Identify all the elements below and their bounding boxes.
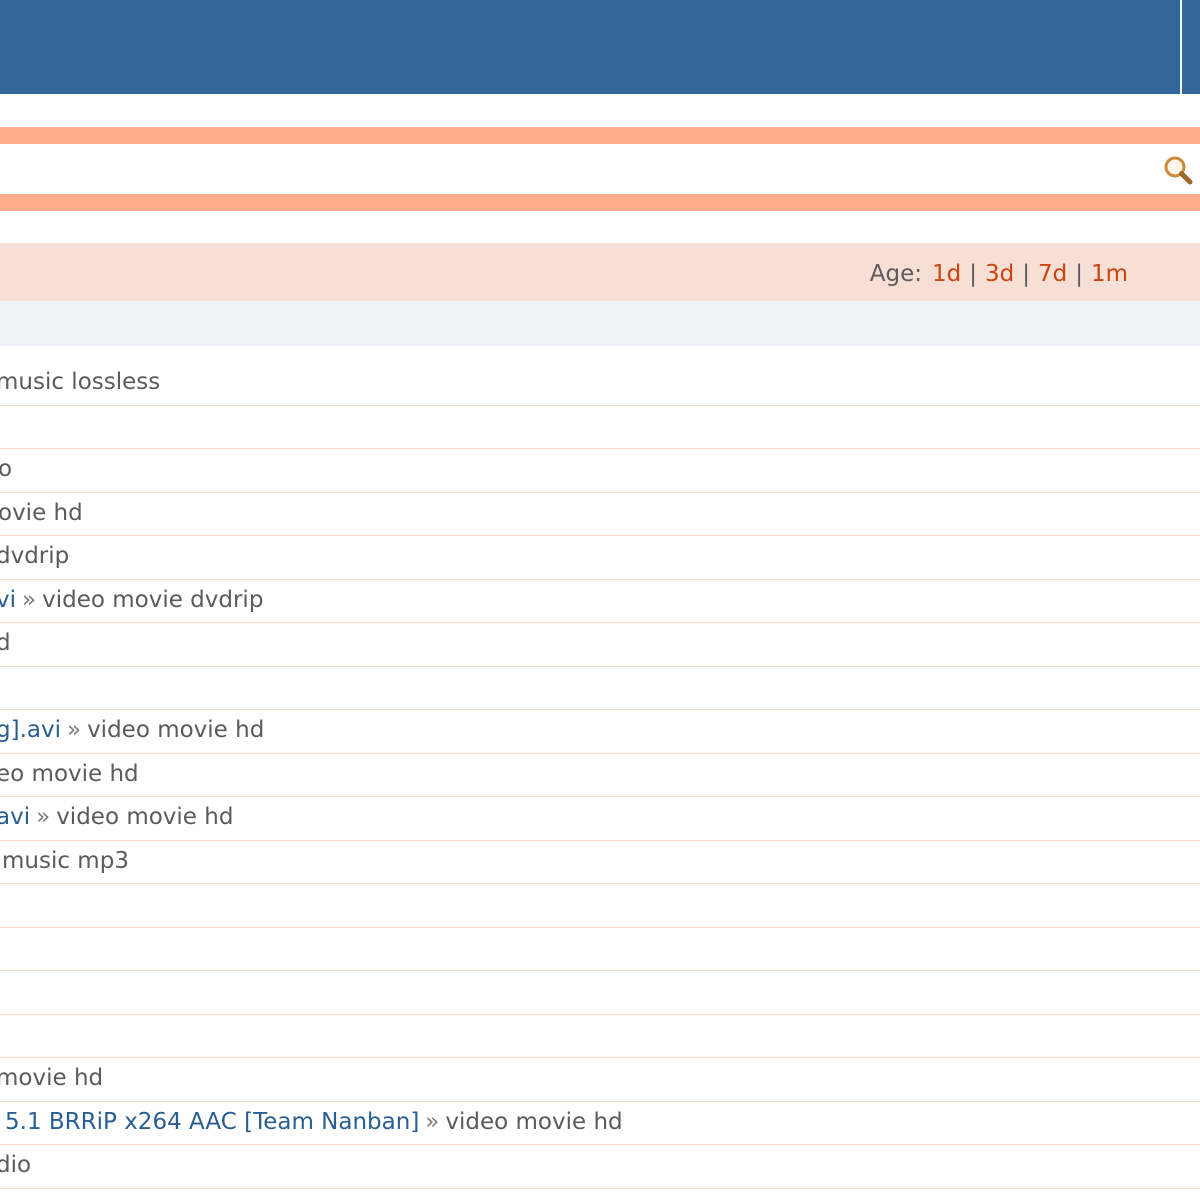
result-category: music lossless xyxy=(0,369,161,395)
result-category: music mp3 xyxy=(2,847,129,874)
page: Age:1d|3d|7d|1m music losslessoovie hddv… xyxy=(0,0,1200,1200)
age-filter-7d[interactable]: 7d xyxy=(1038,261,1067,287)
search-bar xyxy=(0,144,1200,194)
breadcrumb-separator: » xyxy=(36,804,51,830)
separator: | xyxy=(1075,261,1083,287)
separator: | xyxy=(1022,261,1030,287)
result-category: video movie hd xyxy=(87,717,265,743)
result-category: video movie hd xyxy=(56,804,234,830)
result-row: avi»video movie hd xyxy=(0,797,1200,841)
result-cell: music mp3 xyxy=(2,848,129,874)
result-row: music mp3 xyxy=(0,841,1200,884)
breadcrumb-separator: » xyxy=(66,717,82,743)
result-cell: avi»video movie hd xyxy=(0,804,233,830)
age-filter-3d[interactable]: 3d xyxy=(985,261,1014,287)
result-row: g].avi» video movie hd xyxy=(0,710,1200,754)
results-header xyxy=(0,301,1200,346)
result-row xyxy=(0,1015,1200,1058)
result-row: dio xyxy=(0,1145,1200,1189)
result-row: d xyxy=(0,623,1200,667)
result-row xyxy=(0,884,1200,928)
result-cell: dio xyxy=(0,1152,31,1178)
result-category: movie hd xyxy=(0,1065,104,1091)
search-icon[interactable] xyxy=(1162,154,1194,186)
result-category: video movie dvdrip xyxy=(42,586,264,613)
header-side-strip xyxy=(1180,0,1200,94)
result-cell: music lossless xyxy=(0,369,160,395)
result-row: music lossless xyxy=(0,362,1200,406)
result-row: eo movie hd xyxy=(0,754,1200,797)
result-row: dvdrip xyxy=(0,536,1200,580)
result-cell: 5.1 BRRiP x264 AAC [Team Nanban]» video m… xyxy=(5,1109,623,1135)
result-cell: d xyxy=(0,630,11,656)
result-row xyxy=(0,406,1200,449)
site-header xyxy=(0,0,1180,94)
separator: | xyxy=(969,261,977,287)
result-row: o xyxy=(0,449,1200,493)
result-category: o xyxy=(0,456,12,482)
search-top-border xyxy=(0,127,1200,144)
age-label: Age: xyxy=(869,261,922,287)
result-title-link[interactable]: 5.1 BRRiP x264 AAC [Team Nanban] xyxy=(5,1109,419,1135)
result-cell: ovie hd xyxy=(0,500,83,526)
result-cell: dvdrip xyxy=(0,543,69,569)
result-row: movie hd xyxy=(0,1058,1200,1102)
result-cell: o xyxy=(0,456,12,482)
result-category: d xyxy=(0,630,11,656)
age-filter-1d[interactable]: 1d xyxy=(932,261,961,287)
breadcrumb-separator: » xyxy=(22,586,37,613)
result-cell: g].avi» video movie hd xyxy=(0,717,264,743)
result-row: ovie hd xyxy=(0,493,1200,536)
filter-bar: Age: 1d | 3d | 7d | 1m xyxy=(0,243,1200,301)
result-row xyxy=(0,971,1200,1015)
result-cell: eo movie hd xyxy=(0,761,139,787)
result-cell: vi»video movie dvdrip xyxy=(0,587,263,613)
result-title-link[interactable]: vi xyxy=(0,587,16,613)
result-cell: movie hd xyxy=(0,1065,103,1091)
age-filter-1m[interactable]: 1m xyxy=(1091,261,1128,287)
breadcrumb-separator: » xyxy=(425,1108,440,1135)
result-row: 5.1 BRRiP x264 AAC [Team Nanban]» video m… xyxy=(0,1102,1200,1145)
result-category: dio xyxy=(0,1152,32,1178)
age-filter: Age: 1d | 3d | 7d | 1m xyxy=(870,243,1128,301)
result-category: ovie hd xyxy=(0,499,83,526)
result-category: dvdrip xyxy=(0,543,70,569)
result-row: vi»video movie dvdrip xyxy=(0,580,1200,623)
result-title-link[interactable]: g].avi xyxy=(0,717,61,743)
search-input[interactable] xyxy=(0,144,1150,194)
result-category: video movie hd xyxy=(445,1108,623,1135)
results-list: music losslessoovie hddvdripvi»video mov… xyxy=(0,362,1200,1189)
result-title-link[interactable]: avi xyxy=(0,804,30,830)
result-row xyxy=(0,928,1200,971)
result-row xyxy=(0,667,1200,710)
search-bottom-border xyxy=(0,194,1200,211)
result-category: eo movie hd xyxy=(0,760,139,787)
